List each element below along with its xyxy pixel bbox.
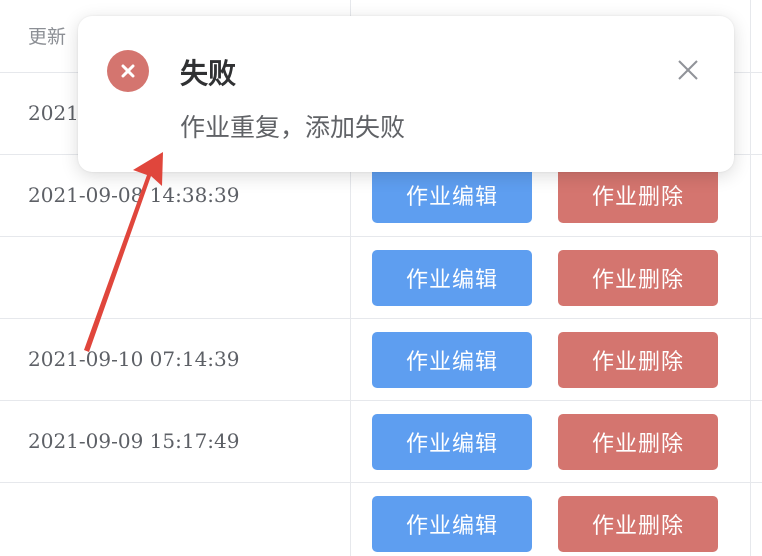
delete-assignment-button[interactable]: 作业删除 [558, 250, 718, 306]
table-cell-date: 2021-09-08 14:38:39 [28, 183, 240, 207]
row-divider [0, 400, 762, 401]
edit-assignment-button[interactable]: 作业编辑 [372, 250, 532, 306]
close-icon[interactable] [676, 58, 700, 82]
edit-assignment-button[interactable]: 作业编辑 [372, 167, 532, 223]
delete-assignment-button[interactable]: 作业删除 [558, 167, 718, 223]
edit-assignment-button[interactable]: 作业编辑 [372, 414, 532, 470]
edit-assignment-button[interactable]: 作业编辑 [372, 496, 532, 552]
delete-assignment-button[interactable]: 作业删除 [558, 332, 718, 388]
table-cell-date: 2021-09-09 15:17:49 [28, 429, 240, 453]
column-header-updated: 更新 [28, 26, 67, 48]
row-divider [0, 482, 762, 483]
delete-assignment-button[interactable]: 作业删除 [558, 414, 718, 470]
delete-assignment-button[interactable]: 作业删除 [558, 496, 718, 552]
edit-assignment-button[interactable]: 作业编辑 [372, 332, 532, 388]
row-divider [0, 236, 762, 237]
error-circle-icon [107, 50, 149, 92]
notification-message: 作业重复，添加失败 [180, 113, 406, 142]
notification-title: 失败 [180, 57, 237, 90]
table-cell-date: 2021 [28, 101, 79, 125]
error-notification: 失败 作业重复，添加失败 [78, 16, 734, 172]
row-divider [0, 318, 762, 319]
column-divider [750, 0, 751, 556]
table-cell-date: 2021-09-10 07:14:39 [28, 347, 240, 371]
